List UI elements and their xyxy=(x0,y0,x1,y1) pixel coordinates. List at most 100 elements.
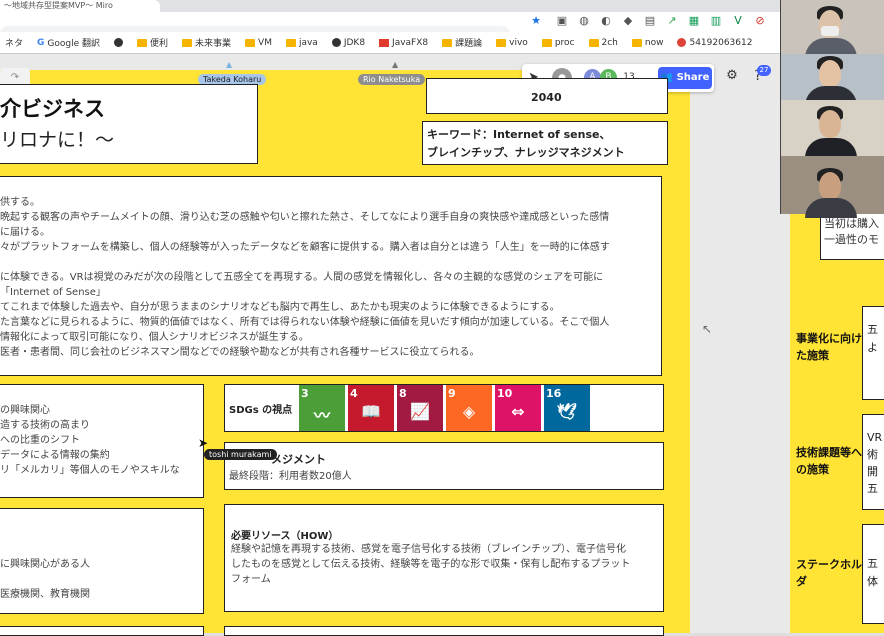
browser-tab-strip: 〜地域共存型提案MVP〜 Miro xyxy=(0,0,884,12)
resources-line: 経験や記憶を再現する技術、感覚を電子信号化する技術（ブレインチップ）、電子信号化 xyxy=(231,544,626,555)
bookmark-item[interactable]: JDK8 xyxy=(327,38,370,48)
extension-icon[interactable]: ◐ xyxy=(600,15,612,27)
bookmark-folder[interactable]: now xyxy=(627,38,669,48)
bookmark-folder[interactable]: 便利 xyxy=(132,36,173,49)
browser-tab[interactable]: 〜地域共存型提案MVP〜 Miro xyxy=(0,0,160,12)
description-line xyxy=(0,255,656,270)
participant-face xyxy=(819,172,841,200)
customers-line: に興味関心がある人 xyxy=(0,559,90,570)
extension-icon[interactable]: V xyxy=(732,15,744,27)
description-line: てこれまで体験した過去や、自分が思うままのシナリオなども脳内で再生し、あたかも現… xyxy=(0,302,560,313)
google-translate-icon: G xyxy=(37,37,45,48)
bookmark-folder[interactable]: 2ch xyxy=(584,38,623,48)
right-row-card[interactable]: 五 よ xyxy=(862,306,884,400)
description-line: 情報化によって取引可能になり、個人シナリオビジネスが誕生する。 xyxy=(0,332,309,343)
participant-face xyxy=(819,60,841,88)
extension-icon[interactable]: ◆ xyxy=(622,15,634,27)
card-partial xyxy=(224,626,664,636)
sdgs-card[interactable]: SDGs の視点 3 〰 4 📖 8 📈 9 ◈ 10 ⇔ 16 🕊 xyxy=(224,384,664,432)
sdg-goal-9-icon: 9 ◈ xyxy=(446,385,492,431)
description-line: 「Internet of Sense」 xyxy=(0,287,106,298)
bookmark-folder[interactable]: 未来事業 xyxy=(177,36,236,49)
mouse-pointer-icon: ↖ xyxy=(702,322,713,336)
year-card[interactable]: 2040 xyxy=(426,78,668,114)
block-icon[interactable]: ⊘ xyxy=(754,15,766,27)
trends-line: データによる情報の集約 xyxy=(0,450,110,461)
resources-text: 経験や記憶を再現する技術、感覚を電子信号化する技術（ブレインチップ）、電子信号化… xyxy=(231,542,661,587)
keyword-card[interactable]: キーワード：Internet of sense、 ブレインチップ、ナレッジマネジ… xyxy=(422,121,668,165)
bookmark-item[interactable]: ネタ xyxy=(0,36,28,49)
right-row-label: 技術課題等への施策 xyxy=(796,446,862,476)
description-text: 供する。 晩起する観客の声やチームメイトの顔、滑り込む芝の感触や匂いと擦れた熱さ、… xyxy=(0,195,656,360)
bookmark-folder[interactable]: VM xyxy=(240,38,277,48)
sdg-goal-8-icon: 8 📈 xyxy=(397,385,443,431)
knowledge-management-card[interactable]: メジメント 最終段階：利用者数20億人 xyxy=(224,442,664,490)
resources-line: したものを感覚として伝える技術、経験等を電子的な形で収集・保有し配布するプラット xyxy=(231,559,631,570)
trends-card[interactable]: の興味関心 造する技術の高まり への比重のシフト データによる情報の集約 リ「メルカリ」… xyxy=(0,384,204,498)
resources-card[interactable]: 必要リソース（HOW） 経験や記憶を再現する技術、感覚を電子信号化する技術（ブレ… xyxy=(224,504,664,612)
keyword-line-1: キーワード：Internet of sense、 xyxy=(427,128,611,141)
video-tile[interactable] xyxy=(780,0,884,58)
bookmark-item[interactable]: 54192063612 xyxy=(672,38,757,48)
sdg-goal-number: 16 xyxy=(546,387,562,400)
extension-icon[interactable]: ▦ xyxy=(688,15,700,27)
bookmark-item[interactable]: JavaFX8 xyxy=(374,38,433,48)
trends-line: リ「メルカリ」等個人のモノやスキルな xyxy=(0,465,180,476)
video-tile[interactable] xyxy=(780,156,884,218)
share-label: Share xyxy=(676,72,710,83)
right-row-card[interactable]: VR 術 開 五 xyxy=(862,414,884,510)
sdg-goal-number: 8 xyxy=(399,387,407,400)
folder-icon xyxy=(285,38,296,47)
sdg-goal-number: 3 xyxy=(301,387,309,400)
folder-icon xyxy=(631,38,642,47)
km-title: メジメント xyxy=(271,453,326,466)
description-card[interactable]: 供する。 晩起する観客の声やチームメイトの顔、滑り込む芝の感触や匂いと擦れた熱さ、… xyxy=(0,176,662,376)
keyword-line-2: ブレインチップ、ナレッジマネジメント xyxy=(427,146,625,159)
address-bar-row xyxy=(0,12,780,41)
description-line: 々がプラットフォームを構築し、個人の経験等が入ったデータなどを顧客に提供する。購… xyxy=(0,242,610,253)
bookmark-item[interactable] xyxy=(109,38,128,47)
bookmark-item[interactable]: G Google 翻訳 xyxy=(32,36,105,50)
bookmark-folder[interactable]: vivo xyxy=(491,38,533,48)
cursor-arrow-icon: ➤ xyxy=(198,436,209,450)
description-line: に届ける。 xyxy=(0,227,50,238)
title-card[interactable]: 介ビジネス リロナに！〜 xyxy=(0,84,258,164)
folder-icon xyxy=(442,38,453,47)
sdg-goal-glyph: ⇔ xyxy=(511,402,525,421)
sdg-icon-row: 3 〰 4 📖 8 📈 9 ◈ 10 ⇔ 16 🕊 xyxy=(299,385,599,431)
video-tile[interactable] xyxy=(780,100,884,158)
right-note-line-2: 一過性のモ xyxy=(824,233,879,246)
description-line: 医者・患者間、同じ会社のビジネスマン間などでの経験や勘などが共有され各種サービス… xyxy=(0,347,480,358)
cursor-pointer-icon: ▲ xyxy=(226,60,233,69)
bookmark-folder[interactable]: 課題論 xyxy=(437,36,487,49)
customers-line xyxy=(0,572,200,587)
extension-icon[interactable]: ▤ xyxy=(644,15,656,27)
extension-icon[interactable]: ↗ xyxy=(666,15,678,27)
folder-icon xyxy=(496,38,507,47)
sdg-goal-glyph: 📖 xyxy=(361,402,381,421)
extension-icon[interactable]: ▣ xyxy=(556,15,568,27)
oracle-icon xyxy=(379,38,390,47)
description-line: 供する。 xyxy=(0,197,40,208)
trends-line: 造する技術の高まり xyxy=(0,420,90,431)
sdg-goal-glyph: 🕊 xyxy=(556,402,578,421)
participant-body xyxy=(805,138,857,158)
cursor-label-rio: Rio Naketsuka xyxy=(358,74,426,85)
extension-icon[interactable]: ◍ xyxy=(578,15,590,27)
description-line: た言葉などに見られるように、物質的価値ではなく、所有では得られない体験や経験に価… xyxy=(0,317,610,328)
video-tile[interactable] xyxy=(780,54,884,106)
customers-card[interactable]: に興味関心がある人 医療機関、教育機関 xyxy=(0,508,204,614)
bookmark-folder[interactable]: proc xyxy=(537,38,580,48)
sdg-goal-number: 10 xyxy=(497,387,513,400)
extension-icon[interactable]: ▥ xyxy=(710,15,722,27)
globe-icon xyxy=(331,38,341,47)
chrome-icon xyxy=(677,38,687,47)
participant-body xyxy=(805,198,857,218)
settings-sliders-icon[interactable]: ⚙ xyxy=(722,68,742,88)
right-row-card[interactable]: 五 体 xyxy=(862,524,884,624)
description-line: に体験できる。VRは視覚のみだが次の段階として五感全てを再現する。人間の感覚を情… xyxy=(0,272,604,283)
participant-face xyxy=(819,110,841,138)
bookmark-folder[interactable]: java xyxy=(281,38,323,48)
bookmark-star-icon[interactable]: ★ xyxy=(530,15,542,27)
sdg-goal-number: 4 xyxy=(350,387,358,400)
